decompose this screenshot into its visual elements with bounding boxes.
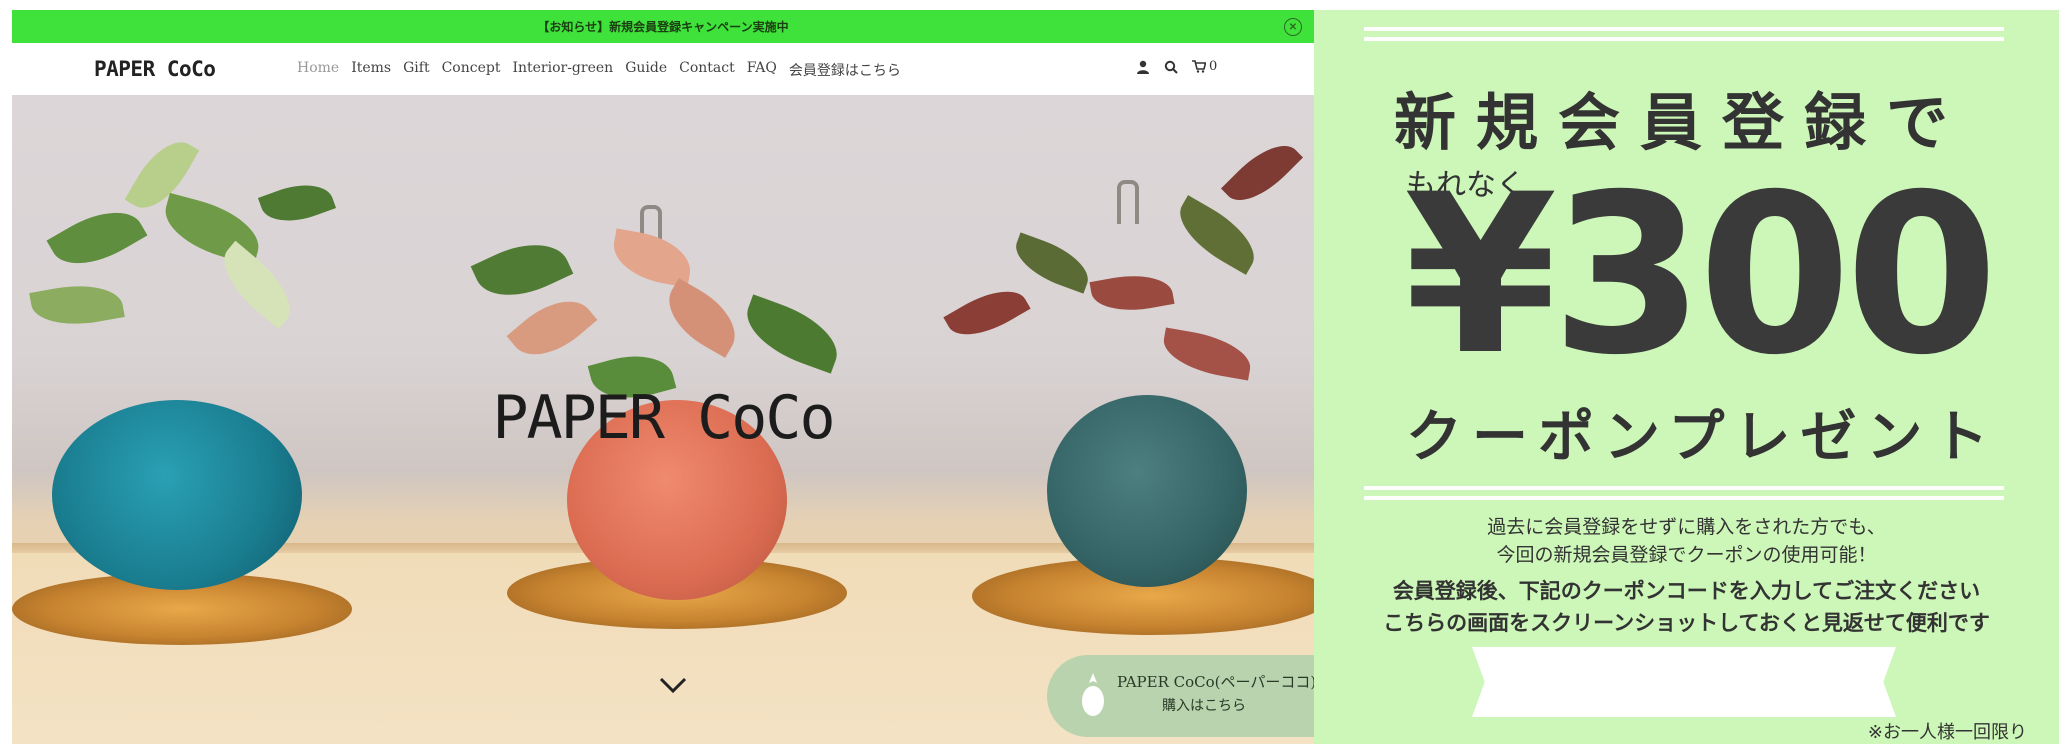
- hero-banner: PAPER CoCo PAPER CoCo(ペーパーココ) 購入はこちら: [12, 95, 1314, 744]
- nav-gift[interactable]: Gift: [403, 60, 429, 80]
- nav-faq[interactable]: FAQ: [747, 60, 777, 80]
- user-icon[interactable]: [1136, 60, 1150, 74]
- promo-text-1: 過去に会員登録をせずに購入をされた方でも、: [1487, 516, 1886, 538]
- stripe-top-2: [1364, 37, 2004, 41]
- promo-note: ※お一人様一回限り: [1867, 722, 2027, 743]
- pineapple-icon: [1082, 673, 1104, 716]
- buy-label-brand: PAPER CoCo(ペーパーココ): [1117, 673, 1314, 691]
- stripe-mid-2: [1364, 496, 2004, 500]
- promo-text-3: 会員登録後、下記のクーポンコードを入力してご注文ください: [1392, 579, 1981, 603]
- announcement-text: 【お知らせ】新規会員登録キャンペーン実施中: [537, 20, 789, 34]
- announcement-bar[interactable]: 【お知らせ】新規会員登録キャンペーン実施中 ✕: [12, 10, 1314, 43]
- hero-title: PAPER CoCo: [492, 383, 835, 453]
- site-header: PAPER CoCo Home Items Gift Concept Inter…: [12, 43, 1314, 93]
- nav-contact[interactable]: Contact: [679, 60, 735, 80]
- promo-panel: 新規会員登録で もれなく ¥300 クーポンプレゼント 過去に会員登録をせずに購…: [1314, 10, 2059, 744]
- header-icons: 0: [1136, 59, 1217, 74]
- search-icon[interactable]: [1164, 60, 1178, 74]
- buy-label-cta: 購入はこちら: [1162, 698, 1246, 714]
- cart-icon: [1192, 60, 1206, 73]
- nav-guide[interactable]: Guide: [625, 60, 667, 80]
- promo-amount: ¥300: [1404, 147, 1998, 403]
- cart-button[interactable]: 0: [1192, 59, 1217, 74]
- cart-count: 0: [1209, 59, 1218, 74]
- stripe-mid-1: [1364, 486, 2004, 490]
- nav-register[interactable]: 会員登録はこちら: [789, 60, 901, 80]
- nav-concept[interactable]: Concept: [442, 60, 501, 80]
- promo-text-2: 今回の新規会員登録でクーポンの使用可能！: [1496, 544, 1877, 566]
- coupon-code-ribbon: [1472, 647, 1896, 717]
- main-nav: Home Items Gift Concept Interior-green G…: [297, 60, 901, 80]
- promo-text-4: こちらの画面をスクリーンショットしておくと見返せて便利です: [1383, 611, 1990, 635]
- close-icon[interactable]: ✕: [1284, 18, 1302, 36]
- nav-interior-green[interactable]: Interior-green: [512, 60, 613, 80]
- website-frame: 【お知らせ】新規会員登録キャンペーン実施中 ✕ PAPER CoCo Home …: [12, 10, 1314, 744]
- nav-items[interactable]: Items: [351, 60, 391, 80]
- site-logo[interactable]: PAPER CoCo: [94, 57, 216, 81]
- chevron-down-icon[interactable]: [658, 670, 688, 700]
- stripe-top-1: [1364, 27, 2004, 31]
- promo-coupon-title: クーポンプレゼント: [1406, 405, 1999, 470]
- buy-button[interactable]: PAPER CoCo(ペーパーココ) 購入はこちら: [1047, 655, 1314, 737]
- nav-home[interactable]: Home: [297, 60, 339, 80]
